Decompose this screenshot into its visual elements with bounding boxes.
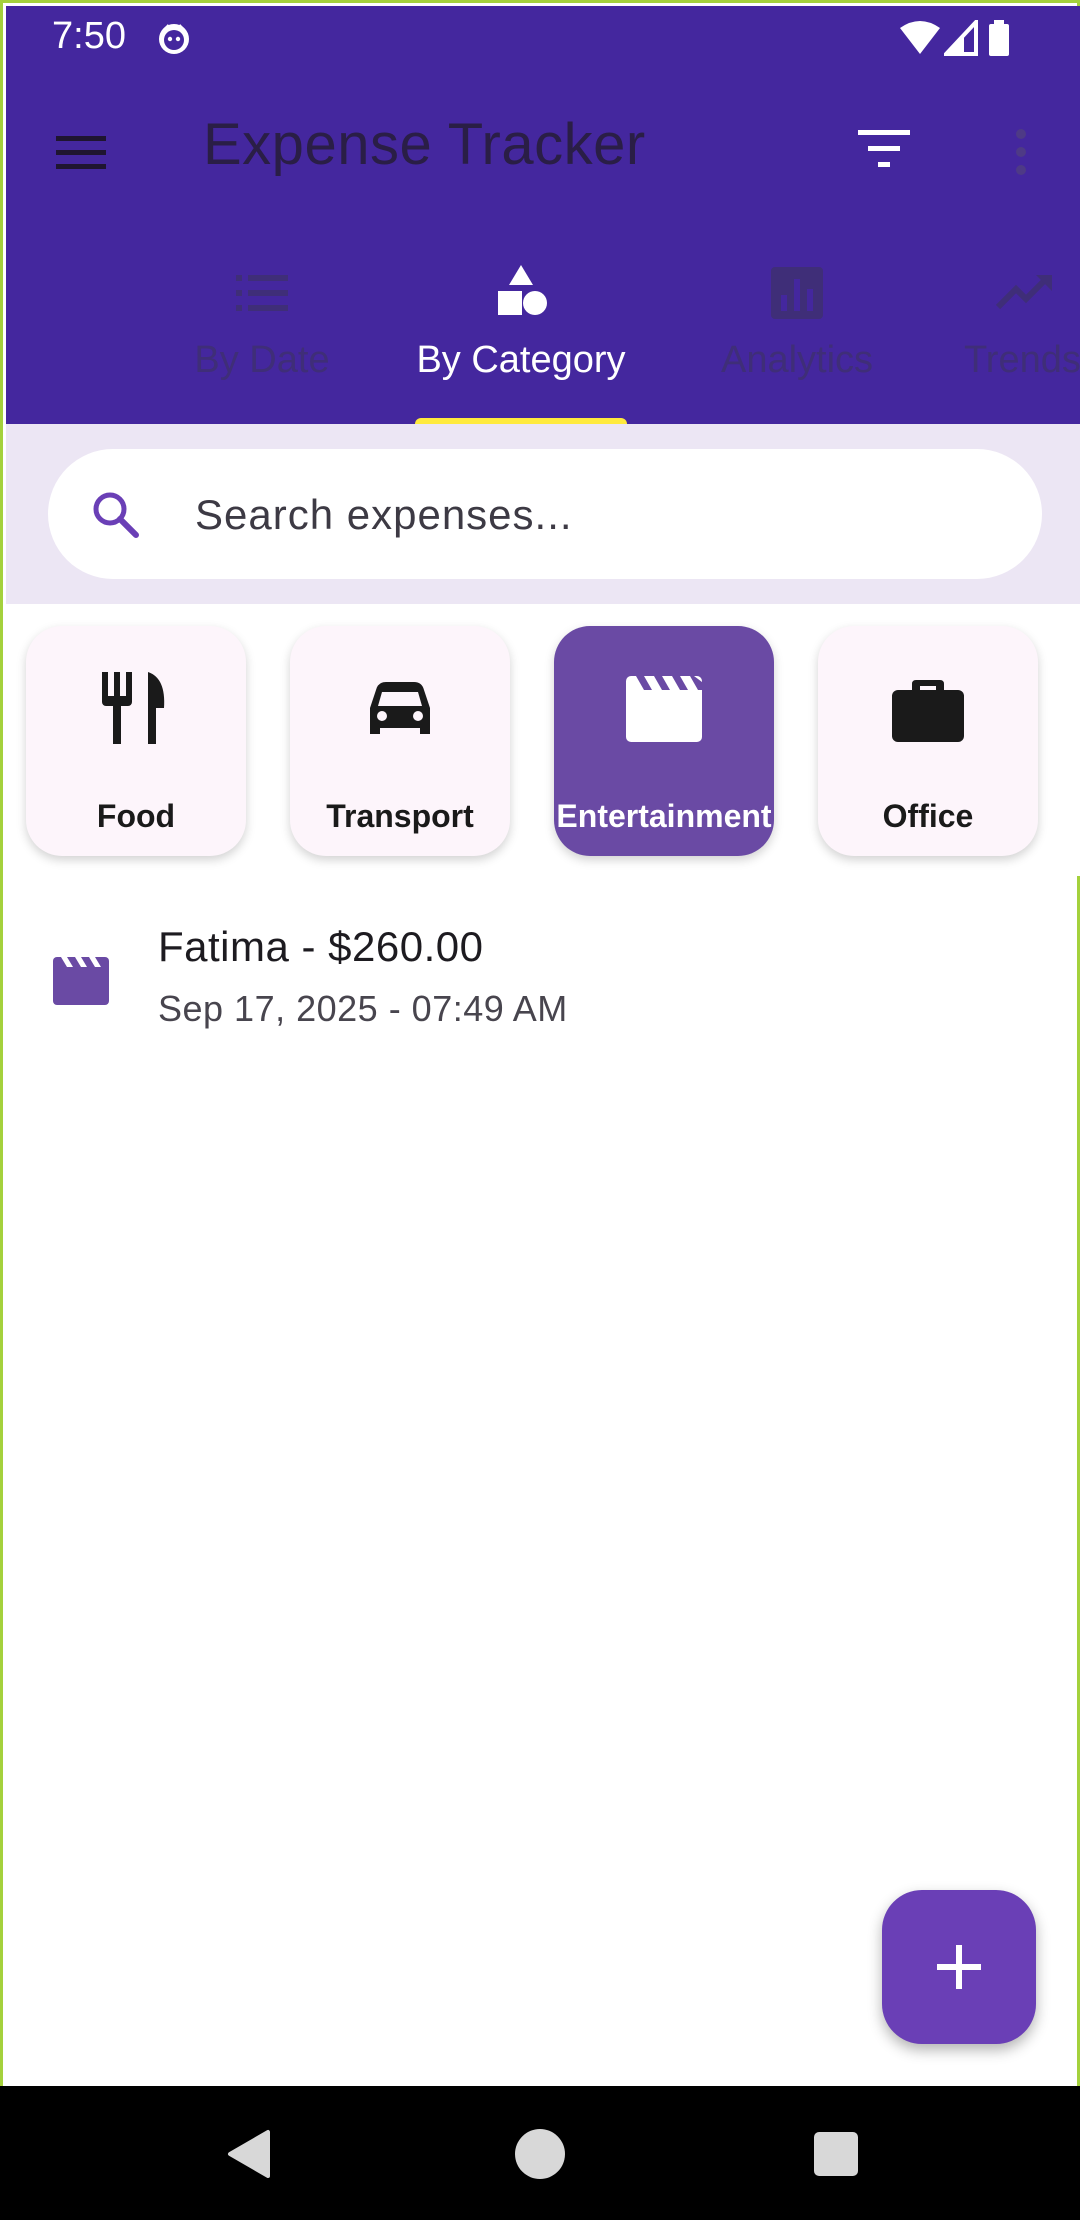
add-expense-button[interactable] <box>882 1890 1036 2044</box>
app-title: Expense Tracker <box>203 112 646 177</box>
movie-icon <box>626 676 702 742</box>
search-bar[interactable] <box>48 449 1042 579</box>
status-notification-icon <box>159 24 189 54</box>
search-bar-container <box>6 424 1080 604</box>
tab-label: By Date <box>194 339 330 381</box>
status-indicators <box>900 20 1010 56</box>
expense-list-item[interactable]: Fatima - $260.00 Sep 17, 2025 - 07:49 AM <box>6 903 1080 1033</box>
app-bar: 7:50 Expense Tracker By Date By Category… <box>6 6 1080 427</box>
category-icon <box>498 265 547 315</box>
category-label: Entertainment <box>556 798 772 834</box>
tab-trends[interactable]: Trends <box>946 261 1080 421</box>
wifi-icon <box>900 21 940 54</box>
tab-by-date[interactable]: By Date <box>156 261 368 421</box>
category-chip-office[interactable]: Office <box>818 626 1038 856</box>
filter-icon[interactable] <box>854 124 914 176</box>
battery-icon <box>989 20 1009 56</box>
category-filter-row: Food Transport Entertainment Office <box>6 604 1080 876</box>
car-icon <box>370 682 430 734</box>
recents-icon[interactable] <box>808 2126 864 2182</box>
category-label: Transport <box>326 798 474 834</box>
restaurant-icon <box>102 672 165 744</box>
trending-up-icon <box>995 275 1052 310</box>
analytics-icon <box>771 267 823 319</box>
app-window: 7:50 Expense Tracker By Date By Category… <box>0 0 1080 2086</box>
category-label: Office <box>882 798 974 834</box>
search-input[interactable] <box>193 479 997 551</box>
back-icon[interactable] <box>222 2126 278 2182</box>
category-label: Food <box>96 798 176 834</box>
movie-icon <box>53 957 109 1005</box>
category-chip-entertainment[interactable]: Entertainment <box>554 626 774 856</box>
category-chip-food[interactable]: Food <box>26 626 246 856</box>
tab-label: By Category <box>416 339 626 381</box>
status-time: 7:50 <box>52 15 126 57</box>
tab-analytics[interactable]: Analytics <box>692 261 902 421</box>
category-chip-transport[interactable]: Transport <box>290 626 510 856</box>
menu-icon[interactable] <box>51 122 111 182</box>
tab-label: Analytics <box>720 339 874 381</box>
search-icon <box>93 492 139 538</box>
briefcase-icon <box>892 680 964 742</box>
cell-signal-icon <box>944 20 978 56</box>
status-bar: 7:50 <box>6 6 1080 68</box>
more-vert-icon[interactable] <box>1001 122 1041 182</box>
system-navigation-bar <box>0 2086 1080 2220</box>
list-icon <box>236 275 288 311</box>
home-icon[interactable] <box>512 2126 568 2182</box>
expense-title: Fatima - $260.00 <box>158 923 484 970</box>
add-icon <box>937 1945 981 1989</box>
tab-by-category[interactable]: By Category <box>404 261 638 421</box>
expense-date: Sep 17, 2025 - 07:49 AM <box>158 988 568 1029</box>
tab-label: Trends <box>964 339 1080 381</box>
